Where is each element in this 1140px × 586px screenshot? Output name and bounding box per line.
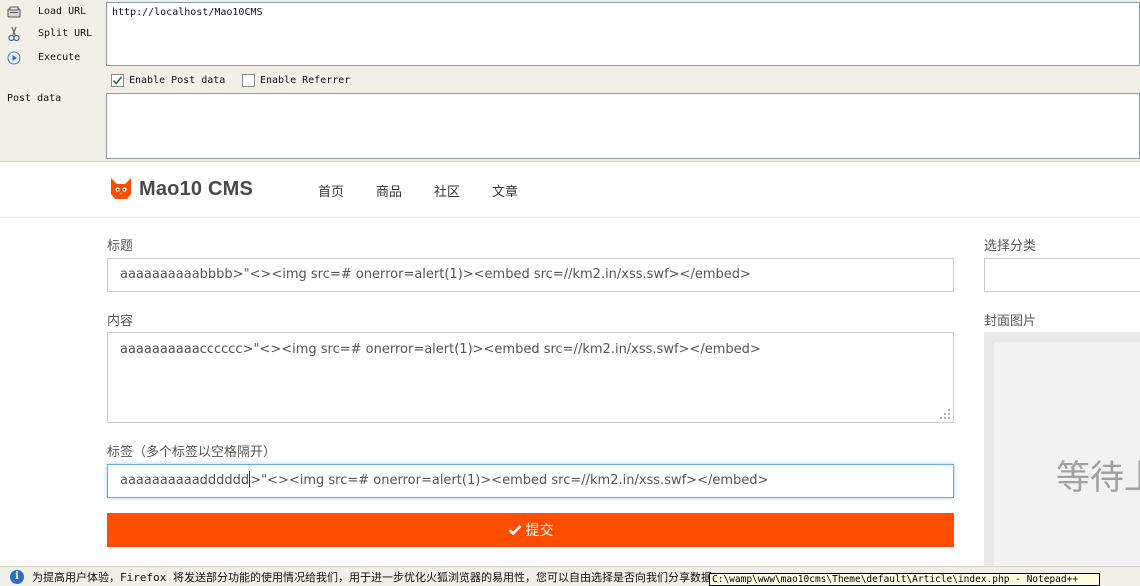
hackbar-toolbar: Load URL Split URL Execute http://localh… (0, 0, 1140, 162)
title-input[interactable]: aaaaaaaaaabbbb>"<><img src=# onerror=ale… (107, 258, 954, 292)
split-url-button[interactable]: Split URL (3, 24, 103, 44)
submit-label: 提交 (525, 523, 554, 539)
execute-label: Execute (38, 52, 81, 63)
tags-label: 标签（多个标签以空格隔开） (107, 445, 277, 460)
enable-referrer-checkbox[interactable]: Enable Referrer (242, 73, 350, 87)
cover-placeholder-area: 等待上 (994, 342, 1140, 572)
nav-home[interactable]: 首页 (318, 181, 344, 200)
cover-image-upload[interactable]: 等待上 (984, 332, 1140, 572)
category-label: 选择分类 (984, 239, 1037, 254)
cat-logo-icon (111, 178, 131, 199)
post-data-textarea[interactable] (106, 93, 1140, 159)
enable-post-checkbox[interactable]: Enable Post data (111, 73, 225, 87)
execute-button[interactable]: Execute (3, 48, 103, 68)
tags-text-before-caret: aaaaaaaaaadddddd (120, 473, 250, 488)
tags-text-after-caret: >"<><img src=# onerror=alert(1)><embed s… (250, 473, 769, 488)
content-text: aaaaaaaaaacccccc>"<><img src=# onerror=a… (120, 342, 761, 357)
load-url-button[interactable]: Load URL (3, 2, 103, 22)
split-url-icon (6, 26, 22, 42)
cover-placeholder-text: 等待上 (1056, 458, 1140, 498)
load-url-label: Load URL (38, 6, 87, 17)
resize-grip-icon[interactable] (939, 408, 951, 420)
content-textarea[interactable]: aaaaaaaaaacccccc>"<><img src=# onerror=a… (107, 332, 954, 423)
title-label: 标题 (107, 239, 134, 254)
nav-articles[interactable]: 文章 (492, 181, 518, 200)
tags-input[interactable]: aaaaaaaaaadddddd>"<><img src=# onerror=a… (107, 464, 954, 498)
logo-text: Mao10 CMS (139, 177, 254, 200)
check-icon (508, 525, 521, 536)
split-url-label: Split URL (38, 28, 93, 39)
info-icon: i (10, 569, 24, 584)
enable-referrer-label: Enable Referrer (260, 74, 351, 86)
content-label: 内容 (107, 314, 134, 329)
checkbox-unchecked-icon (242, 73, 255, 87)
site-logo[interactable]: Mao10 CMS (108, 176, 253, 202)
url-textarea[interactable]: http://localhost/Mao10CMS (106, 2, 1140, 66)
cover-label: 封面图片 (984, 314, 1037, 329)
checkbox-checked-icon (111, 73, 124, 87)
submit-button[interactable]: 提交 (107, 513, 954, 547)
taskbar-tooltip: C:\wamp\www\mao10cms\Theme\default\Artic… (709, 573, 1100, 586)
post-data-label: Post data (7, 93, 62, 104)
category-select[interactable] (984, 258, 1140, 292)
notification-text: 为提高用户体验，Firefox 将发送部分功能的使用情况给我们，用于进一步优化火… (32, 570, 723, 584)
site-header: Mao10 CMS 首页 商品 社区 文章 (0, 163, 1140, 218)
load-url-icon (6, 4, 22, 20)
nav-community[interactable]: 社区 (434, 181, 460, 200)
nav-products[interactable]: 商品 (376, 181, 402, 200)
execute-icon (6, 50, 22, 66)
enable-post-label: Enable Post data (129, 74, 226, 86)
